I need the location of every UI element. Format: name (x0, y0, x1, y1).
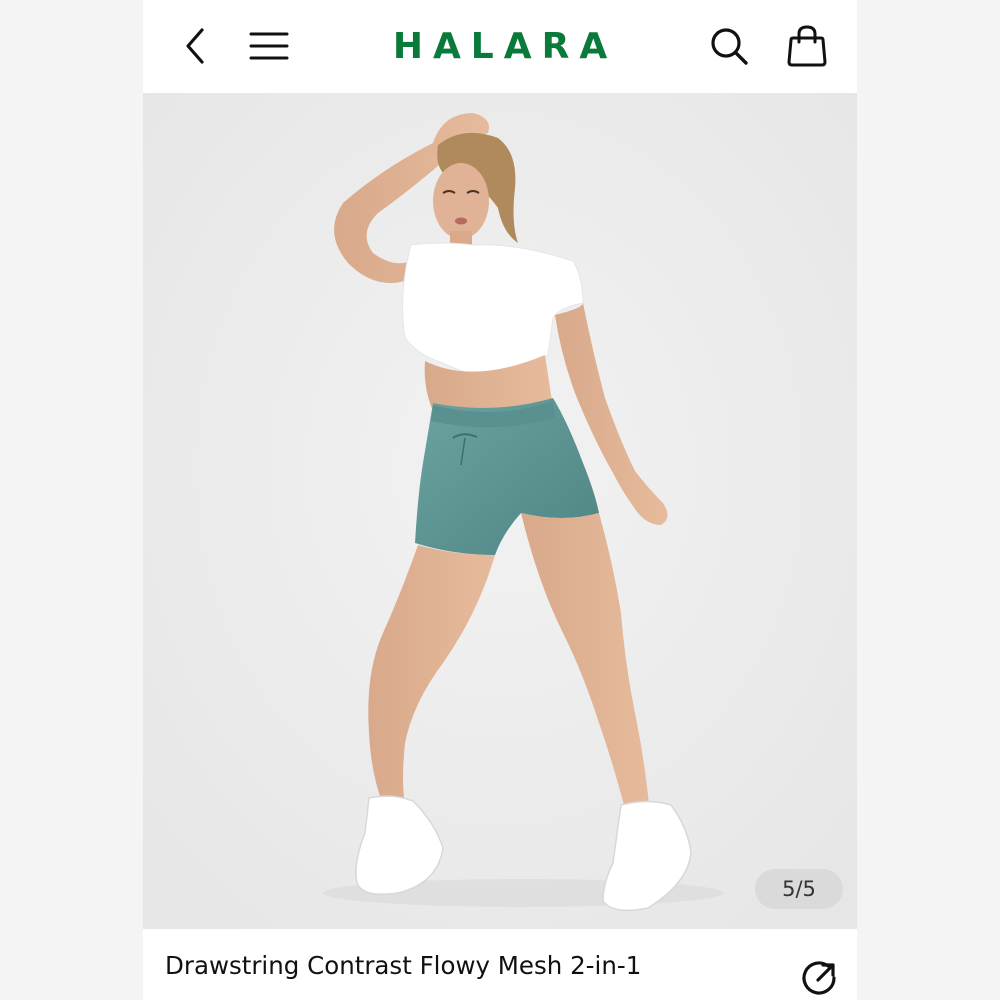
shopping-bag-icon (787, 25, 827, 67)
brand-logo[interactable]: HALARA (350, 22, 650, 70)
product-photo (143, 93, 857, 929)
top-nav-bar: HALARA (143, 0, 857, 93)
menu-button[interactable] (245, 22, 293, 70)
share-button[interactable] (797, 955, 841, 999)
share-icon (802, 961, 836, 995)
shopping-bag-button[interactable] (783, 22, 831, 70)
product-image-gallery[interactable]: 5/5 (143, 93, 857, 929)
search-icon (711, 28, 748, 65)
image-counter-badge: 5/5 (755, 869, 843, 909)
product-title: Drawstring Contrast Flowy Mesh 2-in-1 (165, 951, 642, 980)
hamburger-menu-icon (249, 32, 289, 60)
app-screen: HALARA 5/5 Drawstring Contrast Flowy Mes… (143, 0, 857, 1000)
back-button[interactable] (171, 22, 219, 70)
chevron-left-icon (186, 28, 204, 64)
product-info-bar: Drawstring Contrast Flowy Mesh 2-in-1 (143, 929, 857, 1000)
search-button[interactable] (705, 22, 753, 70)
